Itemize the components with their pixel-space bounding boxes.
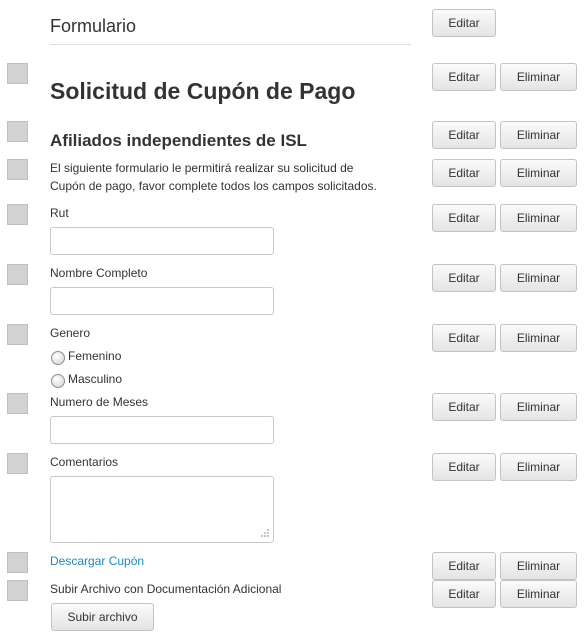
intro-delete-button[interactable]: Eliminar [500,159,577,187]
months-label: Numero de Meses [50,395,149,409]
comments-textarea[interactable] [50,476,274,543]
drag-handle-subtitle[interactable] [7,121,28,142]
gender-radio-femenino[interactable] [51,351,65,365]
rut-label: Rut [50,206,69,220]
gender-radio-masculino[interactable] [51,374,65,388]
drag-handle-title[interactable] [7,63,28,84]
rut-delete-button[interactable]: Eliminar [500,204,577,232]
gender-delete-button[interactable]: Eliminar [500,324,577,352]
resize-grip-icon[interactable] [259,528,270,539]
comments-label: Comentarios [50,455,119,469]
upload-file-button[interactable]: Subir archivo [51,603,154,631]
comments-edit-button[interactable]: Editar [432,453,496,481]
drag-handle-upload[interactable] [7,580,28,601]
drag-handle-intro[interactable] [7,159,28,180]
subtitle-delete-button[interactable]: Eliminar [500,121,577,149]
gender-option-masculino-label: Masculino [68,372,123,386]
title-delete-button[interactable]: Eliminar [500,63,577,91]
intro-text-line-1: El siguiente formulario le permitirá rea… [50,161,354,175]
gender-label: Genero [50,326,91,340]
form-title: Solicitud de Cupón de Pago [50,78,356,104]
intro-edit-button[interactable]: Editar [432,159,496,187]
header-edit-button[interactable]: Editar [432,9,496,37]
header-divider [50,44,411,45]
drag-handle-name[interactable] [7,264,28,285]
rut-edit-button[interactable]: Editar [432,204,496,232]
download-edit-button[interactable]: Editar [432,552,496,580]
months-input[interactable] [50,416,274,444]
upload-edit-button[interactable]: Editar [432,580,496,608]
subtitle-edit-button[interactable]: Editar [432,121,496,149]
name-delete-button[interactable]: Eliminar [500,264,577,292]
download-delete-button[interactable]: Eliminar [500,552,577,580]
download-coupon-link[interactable]: Descargar Cupón [50,554,144,568]
drag-handle-gender[interactable] [7,324,28,345]
gender-edit-button[interactable]: Editar [432,324,496,352]
form-subtitle: Afiliados independientes de ISL [50,131,307,150]
name-edit-button[interactable]: Editar [432,264,496,292]
months-delete-button[interactable]: Eliminar [500,393,577,421]
upload-delete-button[interactable]: Eliminar [500,580,577,608]
months-edit-button[interactable]: Editar [432,393,496,421]
drag-handle-comments[interactable] [7,453,28,474]
drag-handle-download[interactable] [7,552,28,573]
intro-text-line-2: Cupón de pago, favor complete todos los … [50,179,377,193]
comments-delete-button[interactable]: Eliminar [500,453,577,481]
rut-input[interactable] [50,227,274,255]
page-title: Formulario [50,16,137,36]
gender-option-femenino-label: Femenino [68,349,122,363]
name-label: Nombre Completo [50,266,148,280]
drag-handle-rut[interactable] [7,204,28,225]
title-edit-button[interactable]: Editar [432,63,496,91]
drag-handle-months[interactable] [7,393,28,414]
name-input[interactable] [50,287,274,315]
upload-label: Subir Archivo con Documentación Adiciona… [50,582,282,596]
